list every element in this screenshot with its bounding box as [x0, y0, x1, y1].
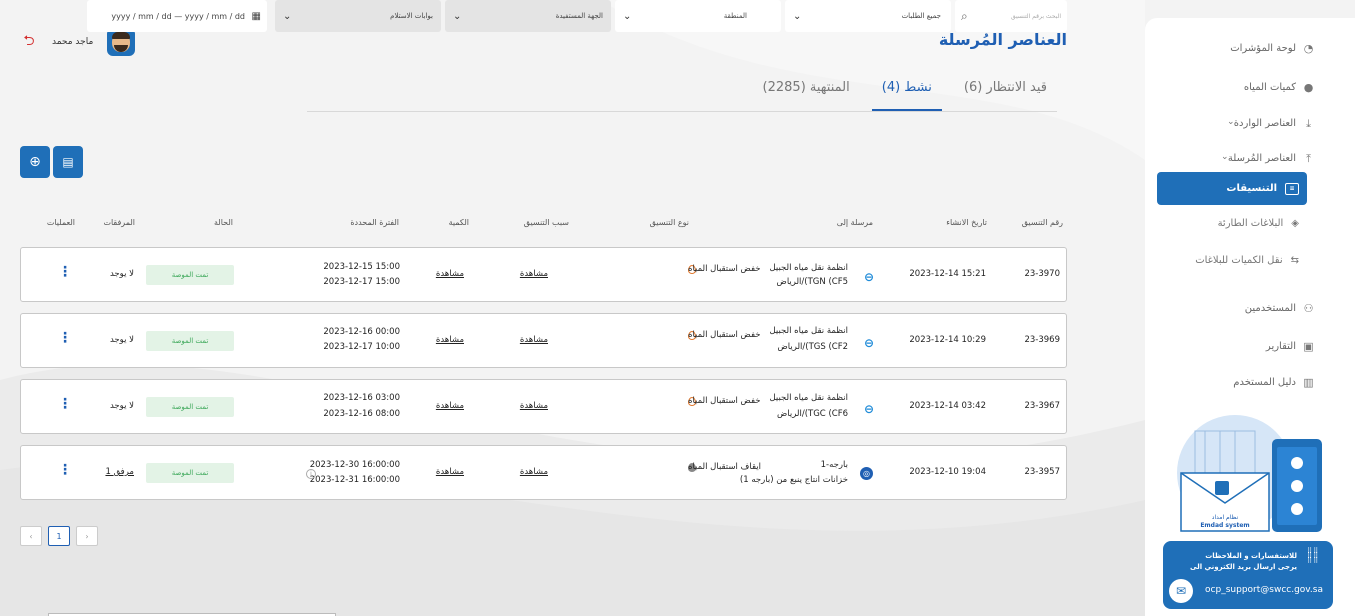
table-row[interactable]: 23-3970 2023-12-14 15:21 ⊖ انظمة نقل ميا…: [20, 247, 1067, 302]
sidebar-item-incoming[interactable]: العناصر الواردة ⤓: [1234, 117, 1315, 130]
sidebar: لوحة المؤشرات ◔ كميات المياه ● العناصر ا…: [1145, 18, 1355, 616]
inbox-download-icon: ⤓: [1306, 116, 1311, 130]
region-select[interactable]: ⌄ المنطقة: [615, 0, 781, 32]
quantity-link[interactable]: مشاهدة: [436, 401, 464, 411]
page-title: العناصر المُرسلة: [938, 30, 1067, 49]
attachment-link[interactable]: 1 مرفق: [105, 467, 134, 477]
more-options-icon[interactable]: ⋮: [58, 265, 72, 279]
emdad-illustration: نظام امداد Emdad system: [1177, 415, 1322, 532]
more-options-icon[interactable]: ⋮: [58, 397, 72, 411]
link-icon: ⊖: [863, 336, 874, 350]
outbox-upload-icon: ⤒: [1306, 151, 1311, 165]
quantity-link[interactable]: مشاهدة: [436, 335, 464, 345]
user-name: ماجد محمد: [52, 37, 94, 47]
search-field[interactable]: ⌕ البحث برقم التنسيق: [955, 0, 1067, 32]
more-options-icon[interactable]: ⋮: [58, 463, 72, 477]
chevron-down-icon: ⌄: [453, 10, 462, 22]
chevron-down-icon: ⌄: [623, 10, 632, 22]
dots-pattern-icon: ⠿⠿ ⠿⠿ ⠿⠿: [1307, 547, 1320, 565]
sidebar-item-dashboard[interactable]: لوحة المؤشرات ◔: [1230, 42, 1315, 55]
svg-text:Emdad system: Emdad system: [1200, 522, 1249, 529]
export-file-button[interactable]: ▤: [53, 146, 83, 178]
status-badge: تمت الموصة: [146, 463, 234, 483]
globe-icon: ◎: [860, 467, 873, 480]
contact-email[interactable]: ocp_support@swcc.gov.sa: [1205, 585, 1323, 595]
sidebar-item-transfer-quantities[interactable]: نقل الكميات للبلاغات ⇆: [1195, 255, 1299, 266]
table-header: رقم التنسيق تاريخ الانشاء مرسلة إلى نوع …: [46, 218, 1063, 227]
gates-select[interactable]: ⌄ بوابات الاستلام: [275, 0, 441, 32]
tab-pending[interactable]: قيد الانتظار (6): [954, 72, 1057, 111]
table-row[interactable]: 23-3969 2023-12-14 10:29 ⊖ انظمة نقل ميا…: [20, 313, 1067, 368]
book-icon: ▥: [1303, 376, 1314, 389]
tab-bar: قيد الانتظار (6) نشط (4) المنتهية (2285): [307, 72, 1057, 112]
sidebar-item-water-quantities[interactable]: كميات المياه ●: [1244, 81, 1315, 94]
chevron-down-icon: ⌄: [793, 10, 802, 22]
sidebar-item-user-guide[interactable]: دليل المستخدم ▥: [1233, 376, 1315, 389]
report-icon: ▣: [1303, 340, 1314, 353]
search-icon: ⌕: [961, 8, 968, 23]
status-badge: تمت الموصة: [146, 331, 234, 351]
search-input[interactable]: البحث برقم التنسيق: [1011, 13, 1061, 20]
reason-link[interactable]: مشاهدة: [520, 335, 548, 345]
plus-circle-icon: ⊕: [29, 154, 41, 170]
requests-select[interactable]: ⌄ جميع الطلبات: [785, 0, 951, 32]
beneficiary-select[interactable]: ⌄ الجهة المستفيدة: [445, 0, 611, 32]
swap-arrows-icon: ⇆: [1290, 255, 1299, 266]
reason-link[interactable]: مشاهدة: [520, 269, 548, 279]
next-page-button[interactable]: ›: [76, 526, 98, 546]
pie-chart-icon: ◔: [1303, 42, 1314, 55]
tab-active[interactable]: نشط (4): [871, 72, 942, 111]
sidebar-item-reports[interactable]: التقارير ▣: [1266, 340, 1315, 353]
contact-text: للاستفسارات و الملاحظات يرجى ارسال بريد …: [1189, 552, 1297, 571]
file-icon: ▤: [62, 155, 74, 169]
more-options-icon[interactable]: ⋮: [58, 331, 72, 345]
table-row[interactable]: 23-3957 2023-12-10 19:04 ◎ بارجه-1 خزانا…: [20, 445, 1067, 500]
avatar[interactable]: [107, 28, 136, 56]
link-icon: ⊖: [863, 270, 874, 284]
add-button[interactable]: ⊕: [20, 146, 50, 178]
info-icon[interactable]: i: [306, 469, 316, 479]
logout-icon[interactable]: ⮌: [20, 33, 38, 51]
tab-finished[interactable]: المنتهية (2285): [753, 72, 860, 111]
user-menu: ⮌ ماجد محمد: [20, 28, 136, 56]
quantity-link[interactable]: مشاهدة: [436, 467, 464, 477]
reason-link[interactable]: مشاهدة: [520, 467, 548, 477]
status-badge: تمت الموصة: [146, 265, 234, 285]
prev-page-button[interactable]: ‹: [20, 526, 42, 546]
reason-link[interactable]: مشاهدة: [520, 401, 548, 411]
contact-card: ⠿⠿ ⠿⠿ ⠿⠿ للاستفسارات و الملاحظات يرجى ارسا…: [1163, 541, 1333, 609]
status-badge: تمت الموصة: [146, 397, 234, 417]
list-icon: ≡: [1285, 182, 1299, 195]
sidebar-item-coordinations[interactable]: التنسيقات ≡: [1157, 172, 1307, 205]
svg-text:نظام امداد: نظام امداد: [1212, 514, 1239, 521]
chevron-down-icon[interactable]: ⌄: [1221, 152, 1229, 162]
table-row[interactable]: 23-3967 2023-12-14 03:42 ⊖ انظمة نقل ميا…: [20, 379, 1067, 434]
calendar-icon[interactable]: ▦: [252, 11, 261, 22]
chevron-down-icon: ⌄: [283, 10, 292, 22]
pagination: ‹ 1 ›: [20, 526, 98, 546]
page-current[interactable]: 1: [48, 526, 70, 546]
mail-icon: ✉: [1169, 579, 1193, 603]
chevron-down-icon[interactable]: ⌄: [1227, 117, 1235, 127]
sidebar-item-users[interactable]: المستخدمين ⚇: [1245, 302, 1315, 315]
date-range-field[interactable]: yyyy / mm / dd — yyyy / mm / dd ▦: [87, 0, 267, 32]
sidebar-item-sent[interactable]: العناصر المُرسلة ⤒: [1228, 152, 1315, 165]
water-drop-icon: ●: [1303, 81, 1314, 94]
users-icon: ⚇: [1303, 302, 1314, 315]
link-icon: ⊖: [863, 402, 874, 416]
quantity-link[interactable]: مشاهدة: [436, 269, 464, 279]
sidebar-item-emergency-reports[interactable]: البلاغات الطارئة ◈: [1218, 218, 1299, 229]
alert-signal-icon: ◈: [1291, 218, 1299, 229]
